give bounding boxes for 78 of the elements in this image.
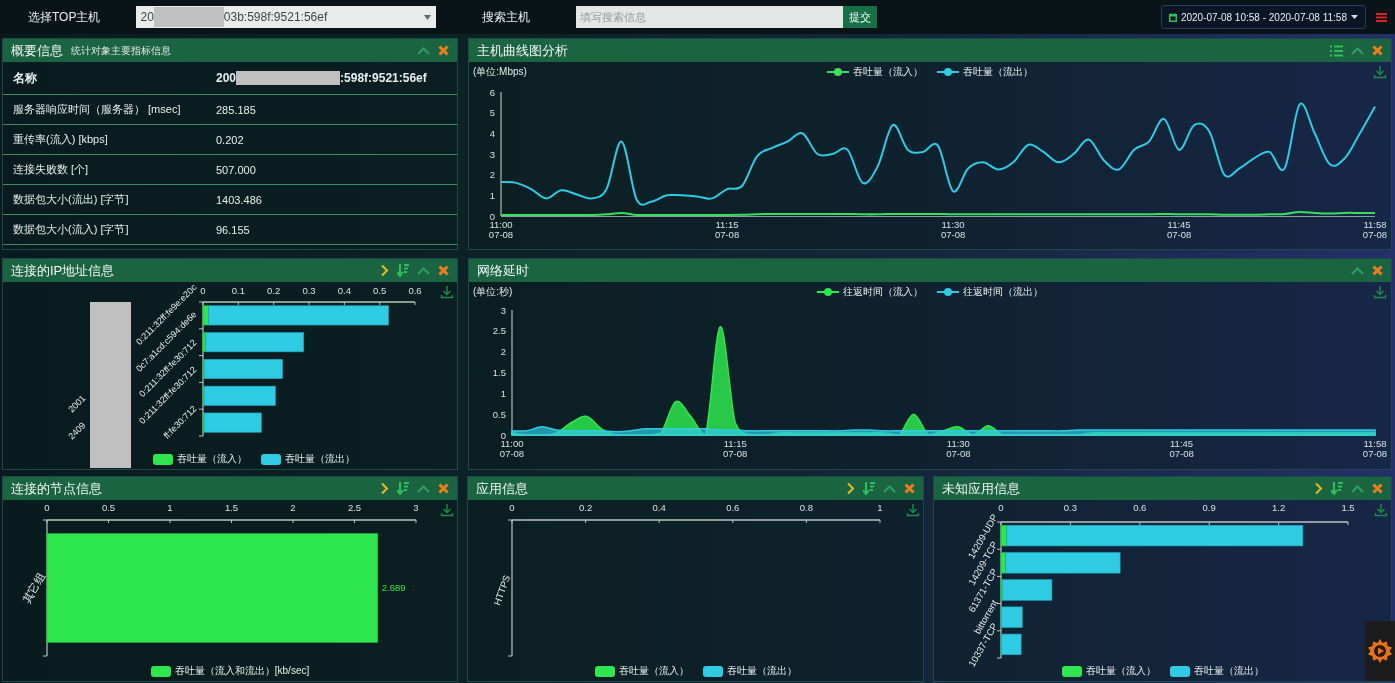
axis-tick-label: 0.3: [1063, 502, 1077, 513]
panel-title: 概要信息: [11, 41, 63, 60]
axis-tick-label: 0: [200, 285, 206, 296]
axis-tick-label: 5: [489, 107, 495, 119]
axis-tick-label: 11:58 07-08: [1362, 219, 1388, 240]
axis-tick-label: 11:00 07-08: [499, 438, 525, 459]
panel-title: 主机曲线图分析: [477, 41, 568, 60]
data-label: 2.689: [381, 582, 406, 593]
table-cell-text: 507.000: [216, 163, 257, 176]
axis-tick-label: 11:45 07-08: [1169, 438, 1194, 459]
panel-title: 网络延时: [477, 261, 529, 280]
axis-tick-label: 0: [500, 429, 506, 441]
axis-tick-label: 1.5: [1341, 502, 1355, 513]
axis-tick-label: 0.5: [373, 285, 387, 296]
axis-tick-label: 2: [500, 346, 506, 358]
y-axis-unit: (单位:Mbps): [473, 65, 527, 79]
axis-tick-label: 11:30 07-08: [946, 438, 971, 459]
axis-tick-label: 11:58 07-08: [1362, 438, 1388, 459]
table-cell: :598f:9521:56ef: [340, 71, 427, 85]
axis-tick-label: 1: [489, 189, 495, 201]
table-cell-text: 数据包大小(流入) [字节]: [13, 222, 130, 237]
axis-tick-label: 1: [167, 502, 173, 513]
axis-tick-label: 2.5: [347, 502, 362, 513]
axis-tick-label: 0.2: [267, 285, 281, 296]
table-cell: 200: [216, 71, 237, 85]
axis-tick-label: 0.6: [408, 285, 422, 296]
axis-tick-label: 1: [877, 502, 883, 513]
panel-title: 连接的节点信息: [11, 479, 102, 498]
axis-tick-label: 2.5: [492, 325, 506, 337]
panel-subtitle: 统计对象主要指标信息: [71, 43, 171, 58]
axis-tick-label: 0.9: [1202, 502, 1216, 513]
axis-tick-label: 11:30 07-08: [940, 219, 966, 240]
panel-title: 连接的IP地址信息: [11, 261, 115, 280]
axis-tick-label: 0: [489, 210, 495, 222]
axis-tick-label: 0.5: [101, 502, 116, 513]
axis-tick-label: 11:00 07-08: [488, 219, 514, 240]
panel-title: 未知应用信息: [942, 479, 1020, 498]
axis-tick-label: 0.4: [652, 502, 666, 513]
axis-tick-label: 0.3: [302, 285, 316, 296]
axis-tick-label: 1.5: [492, 367, 506, 378]
axis-tick-label: 3: [413, 502, 419, 513]
host-label: 选择TOP主机: [28, 8, 101, 26]
panel-title: 应用信息: [476, 479, 528, 498]
table-cell-text: 名称: [13, 69, 38, 87]
table-cell-text: 96.155: [216, 223, 251, 236]
axis-tick-label: 11:15 07-08: [714, 219, 740, 240]
axis-tick-label: 11:45 07-08: [1166, 219, 1192, 240]
y-axis-unit: (单位:秒): [473, 285, 513, 299]
axis-tick-label: 0.6: [726, 502, 740, 513]
table-cell-text: 数据包大小(流出) [字节]: [13, 192, 130, 207]
table-cell-text: 285.185: [216, 103, 257, 116]
axis-tick-label: 4: [489, 127, 495, 139]
axis-tick-label: 0: [44, 502, 50, 513]
table-cell-text: 连接失败数 [个]: [13, 162, 90, 177]
table-cell-text: 重传率(流入) [kbps]: [13, 132, 109, 147]
table-cell-text: 服务器响应时间（服务器） [msec]: [13, 102, 182, 117]
axis-tick-label: 1.2: [1272, 502, 1286, 513]
axis-tick-label: 0.1: [231, 285, 245, 296]
axis-tick-label: 2: [290, 502, 296, 513]
axis-tick-label: 3: [500, 304, 506, 316]
axis-tick-label: 0.6: [1133, 502, 1147, 513]
axis-tick-label: 0.8: [799, 502, 813, 513]
axis-tick-label: 0.4: [337, 285, 351, 296]
table-cell-text: 0.202: [216, 133, 245, 146]
axis-tick-label: 0.5: [492, 408, 506, 420]
search-label: 搜索主机: [482, 8, 531, 26]
axis-tick-label: 11:15 07-08: [723, 438, 748, 459]
axis-tick-label: 0.2: [579, 502, 593, 513]
axis-tick-label: 1: [500, 387, 506, 399]
category-label: HTTPS: [491, 573, 513, 607]
axis-tick-label: 1.5: [224, 502, 239, 513]
axis-tick-label: 2: [489, 169, 495, 181]
axis-tick-label: 6: [489, 86, 495, 98]
axis-tick-label: 0: [998, 502, 1004, 513]
table-cell-text: 1403.486: [216, 193, 263, 206]
category-label: 其它组: [20, 570, 48, 606]
axis-tick-label: 3: [489, 148, 495, 160]
axis-tick-label: 0: [509, 502, 515, 513]
